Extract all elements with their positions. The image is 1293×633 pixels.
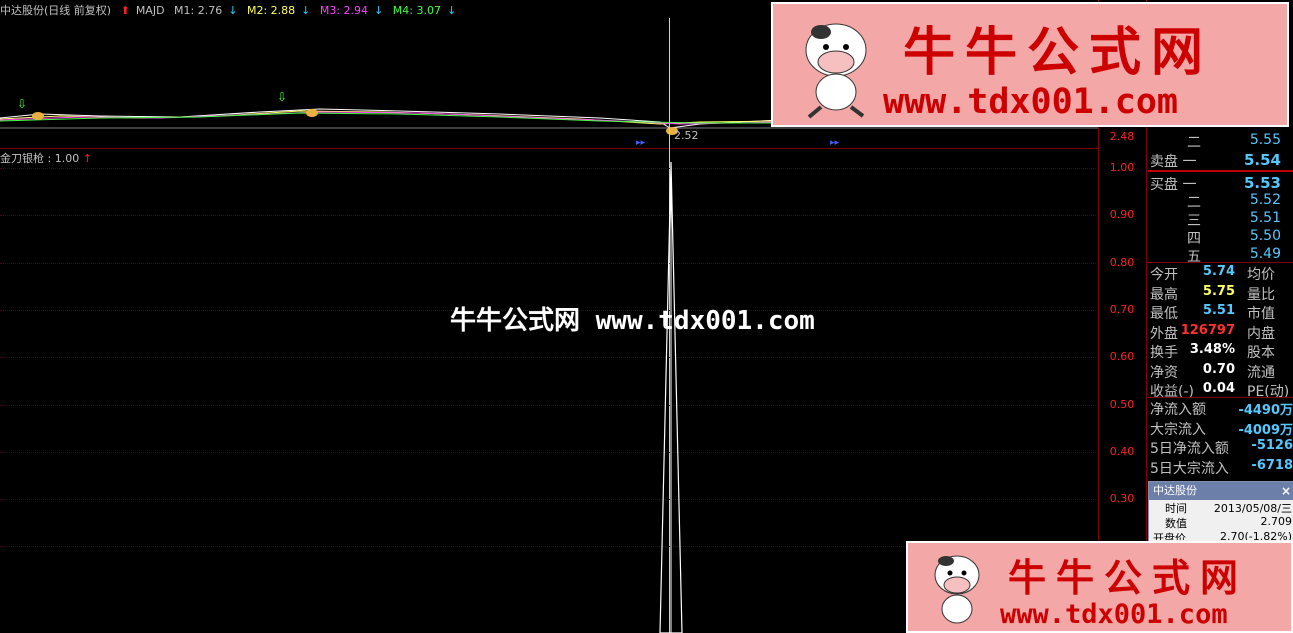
axis-tick-label: 0.70	[1109, 302, 1135, 316]
watermark: 牛牛公式网 www.tdx001.com	[450, 306, 815, 336]
axis-tick-label: 0.50	[1109, 397, 1135, 411]
divider	[1148, 397, 1293, 398]
axis-tick-label: 1.00	[1109, 161, 1135, 174]
quote-flow-row: 大宗流入 -4009万	[1150, 421, 1293, 438]
tooltip-row: 开盘价 2.70(-1.82%)	[1153, 530, 1292, 540]
tooltip-title: 中达股份 ×	[1149, 482, 1293, 500]
quote-stat-row: 换手 3.48% 股本	[1150, 342, 1275, 361]
buy-row-1: 买盘 一 5.53	[1150, 174, 1281, 193]
tooltip-row: 数值 2.709	[1165, 515, 1292, 530]
quote-flow-row: 5日大宗流入 -6718	[1150, 457, 1293, 477]
quote-stat-row: 最低 5.51 市值	[1150, 303, 1275, 322]
banner-title: 牛牛公式网	[1008, 556, 1249, 600]
quote-stat-row: 外盘 126797 内盘	[1150, 322, 1275, 342]
quote-stat-row: 今开 5.74 均价	[1150, 264, 1275, 283]
buy-row-2: 二 5.52	[1187, 192, 1281, 211]
quote-stat-row: 最高 5.75 量比	[1150, 283, 1275, 303]
buy-row-4: 四 5.50	[1187, 228, 1281, 247]
quote-flow-row: 5日净流入额 -5126	[1150, 438, 1293, 457]
buy-signal-icon: ⇩	[17, 97, 27, 111]
axis-tick-label: 0.40	[1109, 444, 1135, 458]
tooltip-row: 时间 2013/05/08/三	[1165, 502, 1292, 515]
axis-tick-label: 0.30	[1109, 492, 1135, 506]
price-axis-bottom: 2.48	[1109, 130, 1135, 143]
buy-row-3: 三 5.51	[1187, 210, 1281, 229]
banner-bottom[interactable]: 牛牛公式网 www.tdx001.com	[906, 541, 1293, 633]
banner-url: www.tdx001.com	[1000, 599, 1228, 630]
data-tooltip: 中达股份 × 时间 2013/05/08/三 数值 2.709 开盘价 2.70(-1…	[1148, 481, 1293, 543]
buy-signal-icon: ⇩	[277, 90, 287, 104]
close-icon[interactable]: ×	[1281, 482, 1291, 500]
axis-tick-label: 0.80	[1109, 255, 1135, 269]
sell-row-2: 二 5.55	[1187, 132, 1281, 151]
divider	[1148, 262, 1293, 263]
quote-stat-row: 净资 0.70 流通	[1150, 361, 1275, 381]
cow-mascot-icon	[934, 555, 980, 624]
axis-tick-label: 0.90	[1109, 208, 1135, 222]
cow-mascot-icon	[805, 23, 867, 119]
svg-text:▸▸: ▸▸	[636, 138, 646, 148]
quote-flow-row: 净流入额 -4490万	[1150, 402, 1293, 418]
svg-text:▸▸: ▸▸	[830, 138, 840, 148]
banner-title: 牛牛公式网	[903, 23, 1214, 83]
sell-row-1: 卖盘 一 5.54	[1150, 151, 1281, 170]
banner-top[interactable]: 牛牛公式网 www.tdx001.com	[771, 2, 1289, 127]
low-price-label: 2.52	[674, 129, 699, 142]
banner-url: www.tdx001.com	[883, 82, 1179, 122]
bid-ask-divider	[1148, 170, 1293, 172]
axis-tick-label: 0.60	[1109, 350, 1135, 364]
